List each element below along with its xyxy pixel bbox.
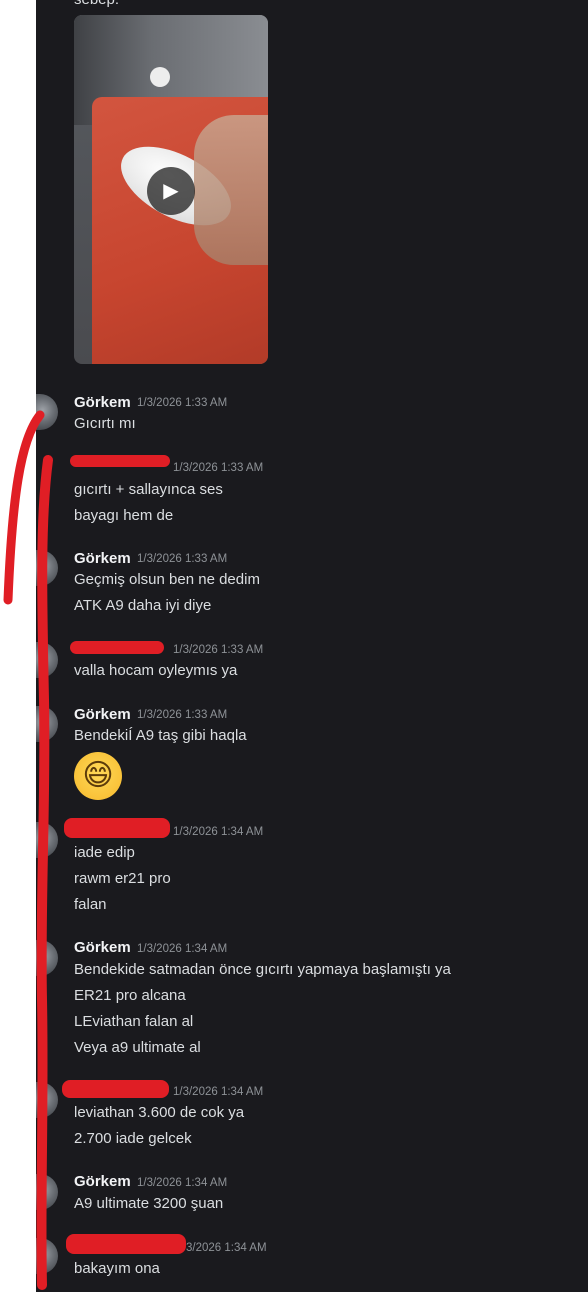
timestamp[interactable]: 1/3/2026 1:34 AM: [173, 1086, 263, 1098]
message-text: bayagı hem de: [74, 507, 174, 524]
timestamp[interactable]: 1/3/2026 1:33 AM: [173, 644, 263, 656]
message-text: bakayım ona: [74, 1260, 160, 1277]
author-name[interactable]: Görkem: [74, 1173, 131, 1190]
message-text: Bendekide satmadan önce gıcırtı yapmaya …: [74, 961, 451, 978]
avatar[interactable]: [36, 940, 58, 976]
message-text: Gıcırtı mı: [74, 415, 136, 432]
author-name[interactable]: Görkem: [74, 939, 131, 956]
timestamp[interactable]: 1/3/2026 1:34 AM: [173, 826, 263, 838]
grinning-emoji-icon[interactable]: 😄: [74, 752, 122, 800]
avatar[interactable]: [36, 642, 58, 678]
avatar[interactable]: [36, 1082, 58, 1118]
redaction-mark: [66, 1234, 186, 1254]
avatar[interactable]: [36, 822, 58, 858]
video-attachment[interactable]: ▶: [74, 15, 268, 364]
message-text: Veya a9 ultimate al: [74, 1039, 201, 1056]
video-object: [150, 67, 170, 87]
message-text: sebep:: [74, 0, 119, 8]
message-text: falan: [74, 896, 107, 913]
author-name[interactable]: Görkem: [74, 550, 131, 567]
timestamp[interactable]: 1/3/2026 1:34 AM: [137, 943, 227, 955]
avatar[interactable]: [36, 1174, 58, 1210]
message-text: valla hocam oyleymıs ya: [74, 662, 238, 679]
redaction-mark: [62, 1080, 169, 1098]
author-name[interactable]: Görkem: [74, 394, 131, 411]
redaction-mark: [70, 455, 170, 467]
message-text: LEviathan falan al: [74, 1013, 194, 1030]
message-text: Geçmiş olsun ben ne dedim: [74, 571, 260, 588]
timestamp[interactable]: 1/3/2026 1:33 AM: [173, 462, 263, 474]
avatar[interactable]: [36, 1238, 58, 1274]
avatar[interactable]: [36, 706, 58, 742]
redaction-mark: [64, 818, 170, 838]
video-hand: [194, 115, 268, 265]
message-text: rawm er21 pro: [74, 870, 171, 887]
message-text: ATK A9 daha iyi diye: [74, 597, 212, 614]
timestamp[interactable]: 1/3/2026 1:34 AM: [137, 1177, 227, 1189]
timestamp[interactable]: 1/3/2026 1:33 AM: [137, 553, 227, 565]
message-text: gıcırtı + sallayınca ses: [74, 481, 223, 498]
message-text: leviathan 3.600 de cok ya: [74, 1104, 245, 1121]
message-text: iade edip: [74, 844, 135, 861]
author-name[interactable]: Görkem: [74, 706, 131, 723]
avatar[interactable]: [36, 394, 58, 430]
message-text: 2.700 iade gelcek: [74, 1130, 192, 1147]
timestamp[interactable]: 1/3/2026 1:33 AM: [137, 709, 227, 721]
timestamp[interactable]: 1/3/2026 1:33 AM: [137, 397, 227, 409]
message-text: A9 ultimate 3200 şuan: [74, 1195, 224, 1212]
redaction-mark: [70, 641, 164, 654]
chat-panel: sebep: ▶ Görkem 1/3/2026 1:33 AM Gıcırtı…: [36, 0, 588, 1292]
timestamp[interactable]: 3/2026 1:34 AM: [186, 1242, 267, 1254]
message-text: BendekiÍ A9 taş gibi haqla: [74, 727, 247, 744]
message-text: ER21 pro alcana: [74, 987, 186, 1004]
avatar[interactable]: [36, 550, 58, 586]
play-icon[interactable]: ▶: [147, 167, 195, 215]
